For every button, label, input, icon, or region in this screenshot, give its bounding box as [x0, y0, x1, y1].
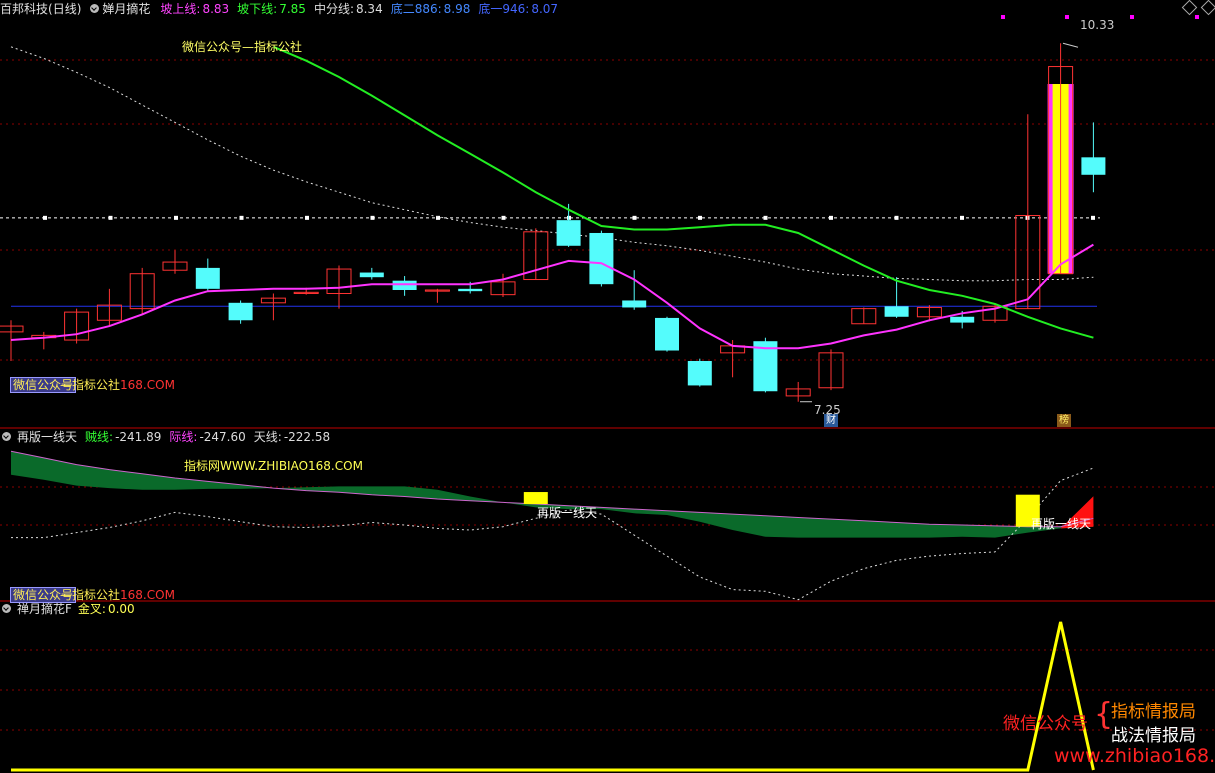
marker-dot: [1065, 15, 1069, 19]
candle-body: [556, 220, 581, 246]
badge-bang[interactable]: 榜: [1057, 414, 1071, 427]
ma-dashed-line: [10, 46, 1094, 282]
marker-dot: [1130, 15, 1134, 19]
panel2-marker-label-1: 再版一线天: [537, 506, 598, 520]
candle-body: [884, 306, 909, 317]
level-node: [305, 215, 309, 220]
promo-right-2: 战法情报局: [1111, 726, 1196, 746]
watermark-box-2: 微信公众号—指标公社168.COM: [10, 586, 175, 603]
marker-dot: [1001, 15, 1005, 19]
level-node: [43, 215, 47, 220]
watermark-box-1: 微信公众号—指标公社168.COM: [10, 376, 175, 393]
watermark-url: 168.COM: [120, 378, 175, 392]
level-node: [108, 215, 113, 220]
level-node: [1091, 215, 1095, 220]
candle-body: [195, 267, 220, 289]
candle-body: [392, 280, 417, 290]
panel2-signal-marker: [523, 492, 548, 505]
promo-left: 微信公众号: [1003, 714, 1088, 734]
level-node: [239, 215, 244, 220]
candle-body: [655, 317, 679, 351]
watermark-tail-2: —指标公社: [60, 588, 121, 602]
level-node: [763, 215, 768, 220]
candle-body: [687, 360, 712, 386]
watermark-title: 微信公众号—指标公社: [182, 40, 303, 54]
level-node: [370, 215, 375, 220]
level-node: [960, 215, 964, 220]
watermark-tail: —指标公社: [60, 378, 121, 392]
promo-right-1: 指标情报局: [1111, 702, 1196, 722]
badge-cai[interactable]: 财: [824, 414, 838, 427]
chart-canvas[interactable]: [0, 0, 1215, 773]
candle-body: [228, 302, 253, 321]
panel2-watermark-site: 指标网WWW.ZHIBIAO168.COM: [184, 459, 363, 473]
level-node: [174, 215, 178, 220]
panel2-marker-label-2: 再版一线天: [1031, 517, 1092, 531]
watermark-url-2: 168.COM: [120, 588, 175, 602]
high-arrow: [1062, 42, 1079, 48]
panel3-signal-line: [11, 621, 1095, 772]
level-node: [829, 215, 833, 220]
ma-magenta-line: [10, 243, 1094, 350]
candle-body: [589, 232, 614, 285]
level-node: [894, 215, 899, 220]
level-node: [632, 215, 637, 220]
level-node: [698, 215, 702, 220]
level-node: [501, 215, 506, 220]
high-price-label: 10.33: [1080, 18, 1115, 32]
candle-body: [458, 288, 483, 292]
candle-body: [359, 272, 384, 278]
candle-body: [950, 316, 975, 323]
promo-url[interactable]: www.zhibiao168.com: [1054, 745, 1215, 767]
marker-dot: [1195, 15, 1199, 19]
candle-body: [622, 300, 647, 308]
candle-body: [1081, 157, 1106, 175]
ma-green-line: [273, 45, 1094, 339]
